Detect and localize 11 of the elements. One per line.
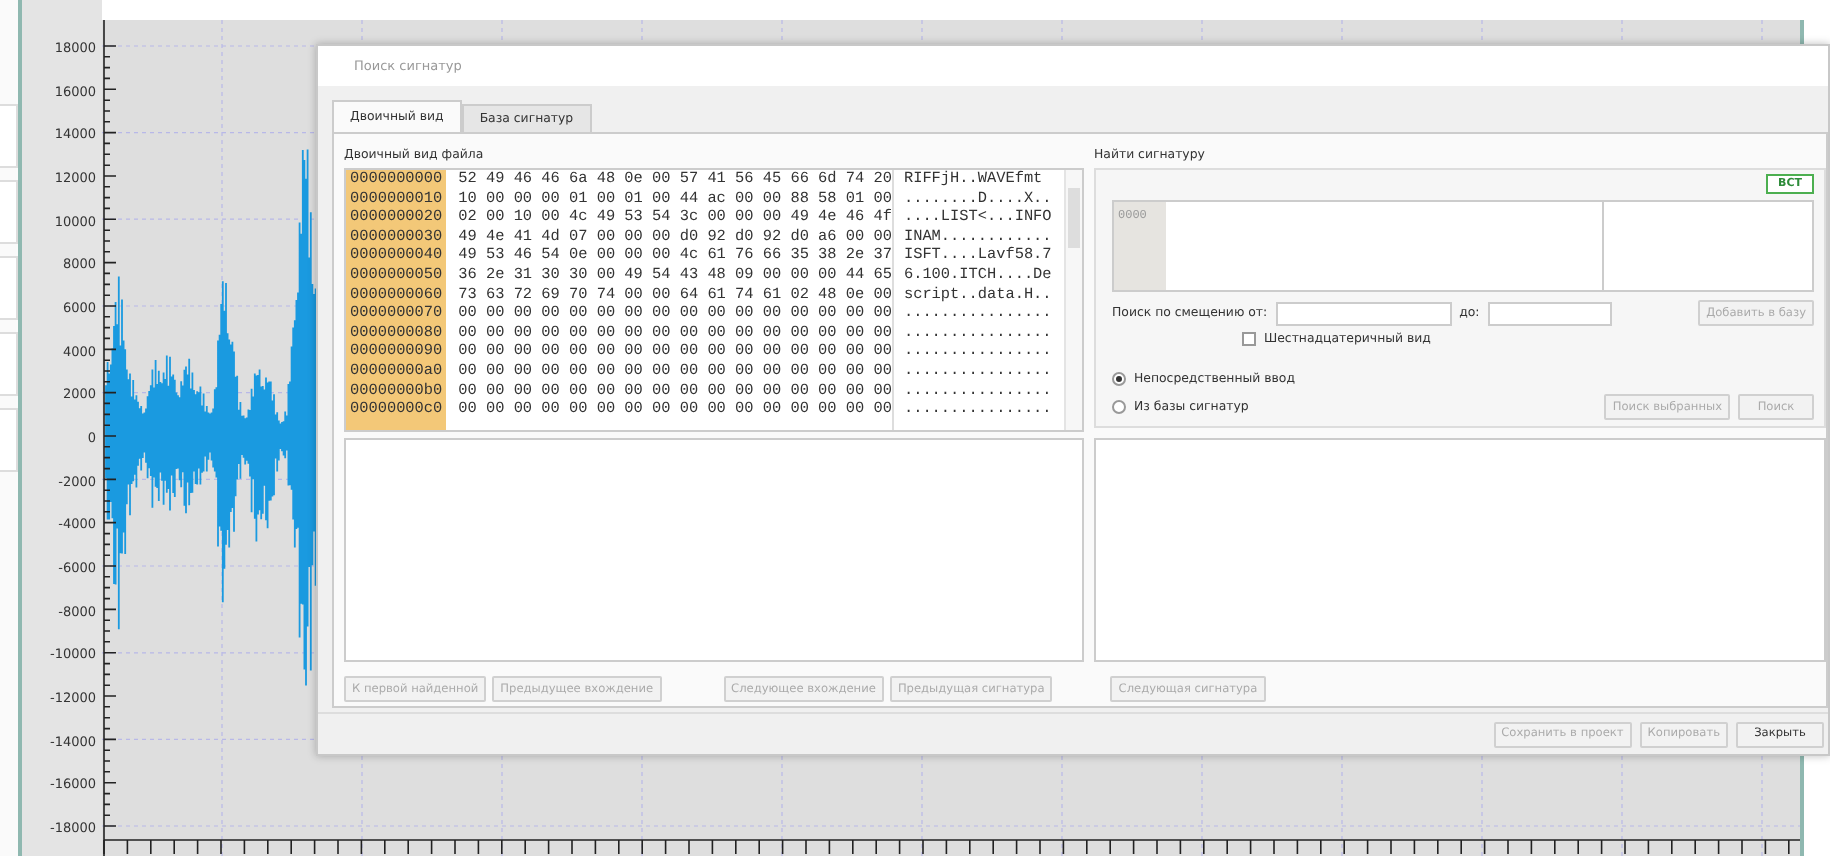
side-tab[interactable] [0, 180, 18, 244]
scrollbar[interactable] [1064, 170, 1082, 430]
input-field[interactable] [1487, 301, 1612, 325]
side-tab[interactable] [0, 332, 18, 396]
radio-button[interactable] [1112, 372, 1126, 386]
side-tab[interactable] [0, 408, 18, 472]
side-tab[interactable] [0, 104, 18, 168]
checkbox[interactable] [1242, 332, 1256, 346]
radio-button[interactable] [1112, 400, 1126, 414]
side-tab[interactable] [0, 256, 18, 320]
input-field[interactable] [1275, 301, 1452, 325]
